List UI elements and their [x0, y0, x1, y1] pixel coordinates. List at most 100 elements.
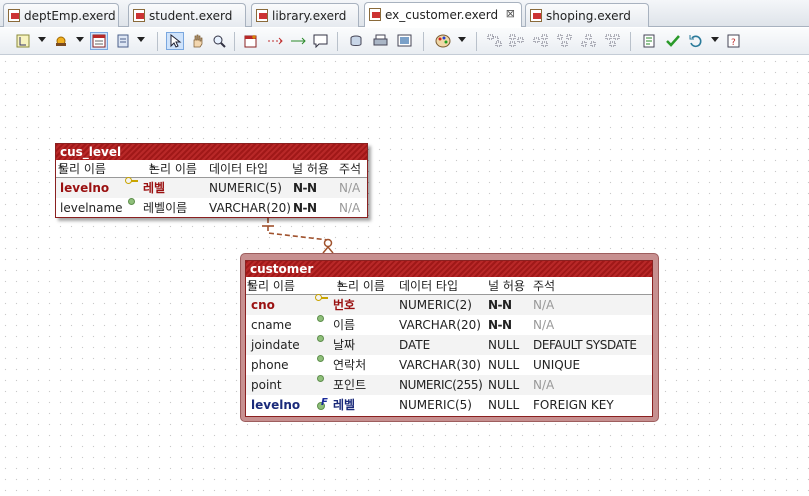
layout-icon[interactable] [14, 32, 32, 50]
align-6-icon[interactable] [604, 32, 622, 50]
entity-title[interactable]: cus_level [56, 144, 367, 160]
primary-key-icon [315, 294, 328, 301]
nullable: N-N [293, 201, 317, 215]
relation-nonidentifying-icon[interactable] [266, 32, 284, 50]
comment: N/A [339, 201, 361, 215]
refresh-icon[interactable] [687, 32, 705, 50]
validate-icon[interactable] [664, 32, 682, 50]
tab-deptemp[interactable]: deptEmp.exerd [3, 3, 119, 27]
entity-cus-level[interactable]: cus_level 물리 이름 * 논리 이름 * 데이터 타입 널 허용 주석 l… [55, 143, 368, 218]
tab-shoping[interactable]: shoping.exerd [525, 3, 649, 27]
chevron-down-icon[interactable] [458, 37, 466, 42]
comment: N/A [533, 378, 555, 392]
table-row[interactable]: levelno 레벨 NUMERIC(5) N-N N/A [56, 177, 367, 198]
tab-label: ex_customer.exerd [385, 8, 499, 22]
table-row[interactable]: phone 연락처 VARCHAR(30) NULL UNIQUE [246, 355, 652, 375]
entity-title[interactable]: customer [246, 261, 652, 277]
column-header: 물리 이름 * 논리 이름 * 데이터 타입 널 허용 주석 [56, 160, 367, 178]
chevron-down-icon[interactable] [76, 37, 84, 42]
foreign-key-icon: F [317, 397, 328, 410]
table-icon[interactable] [90, 32, 108, 50]
nullable: N-N [488, 298, 512, 312]
doc-icon[interactable] [640, 32, 658, 50]
sun-icon[interactable] [52, 32, 70, 50]
table-row[interactable]: cno 번호 NUMERIC(2) N-N N/A [246, 294, 652, 315]
physical-name: levelno [60, 181, 110, 195]
svg-text:?: ? [731, 38, 736, 48]
relation-identifying-icon[interactable] [289, 32, 307, 50]
physical-name: phone [251, 358, 289, 372]
primary-key-icon [125, 177, 138, 184]
nullable: NULL [488, 338, 520, 352]
logical-name: 레벨이름 [143, 201, 188, 215]
logical-name: 연락처 [333, 358, 367, 372]
comment-icon[interactable] [312, 32, 330, 50]
logical-name: 번호 [333, 298, 356, 312]
datatype: NUMERIC(5) [209, 181, 282, 195]
table-row[interactable]: levelno F 레벨 NUMERIC(5) NULL FOREIGN KEY [246, 395, 652, 415]
db-icon[interactable] [348, 32, 366, 50]
header-physical-name: 물리 이름 [58, 162, 106, 176]
align-5-icon[interactable] [580, 32, 598, 50]
nullable: N-N [488, 318, 512, 332]
datatype: DATE [399, 338, 431, 352]
align-2-icon[interactable] [508, 32, 526, 50]
tab-student[interactable]: student.exerd [128, 3, 246, 27]
close-icon[interactable]: ⊠ [506, 7, 515, 20]
comment: FOREIGN KEY [533, 398, 614, 412]
align-4-icon[interactable] [556, 32, 574, 50]
datatype: NUMERIC(2) [399, 298, 472, 312]
tab-ex-customer[interactable]: ex_customer.exerd ⊠ [364, 2, 522, 27]
table-row[interactable]: point 포인트 NUMERIC(255) NULL N/A [246, 375, 652, 395]
nullable: NULL [488, 358, 520, 372]
chevron-down-icon[interactable] [137, 37, 145, 42]
nullable: NULL [488, 378, 520, 392]
chevron-down-icon[interactable] [38, 37, 46, 42]
table-row[interactable]: levelname 레벨이름 VARCHAR(20) N-N N/A [56, 198, 367, 218]
table-row[interactable]: joindate 날짜 DATE NULL DEFAULT SYSDATE [246, 335, 652, 355]
physical-name: cno [251, 298, 275, 312]
toolbar-separator [234, 32, 235, 51]
zoom-icon[interactable] [210, 32, 228, 50]
nullable: N-N [293, 181, 317, 195]
datatype: NUMERIC(5) [399, 398, 472, 412]
header-datatype: 데이터 타입 [209, 162, 269, 176]
datatype: NUMERIC(255) [399, 378, 483, 392]
comment: N/A [533, 298, 555, 312]
palette-icon[interactable] [434, 32, 452, 50]
erd-file-icon [256, 9, 268, 22]
sort-mark: * [149, 162, 155, 176]
erd-file-icon [369, 8, 381, 21]
print-icon[interactable] [372, 32, 390, 50]
tab-label: library.exerd [272, 8, 347, 23]
align-1-icon[interactable] [486, 32, 504, 50]
physical-name: joindate [251, 338, 300, 352]
logical-name: 포인트 [333, 378, 367, 392]
comment: N/A [339, 181, 361, 195]
select-arrow-icon[interactable] [166, 32, 184, 50]
comment: N/A [533, 318, 555, 332]
entity-customer[interactable]: customer 물리 이름 * 논리 이름 * 데이터 타입 널 허용 주석 cn… [245, 260, 653, 417]
header-logical-name: 논리 이름 [149, 162, 197, 176]
toolbar-separator [337, 32, 338, 51]
align-3-icon[interactable] [532, 32, 550, 50]
image-icon[interactable] [396, 32, 414, 50]
tab-label: student.exerd [149, 8, 233, 23]
attribute-icon [317, 375, 324, 382]
hand-icon[interactable] [188, 32, 206, 50]
toolbar-separator [423, 32, 424, 51]
header-comment: 주석 [533, 279, 556, 293]
logical-name: 레벨 [143, 181, 166, 195]
chevron-down-icon[interactable] [711, 37, 719, 42]
datatype: VARCHAR(20) [399, 318, 481, 332]
help-icon[interactable]: ? [725, 32, 743, 50]
tab-library[interactable]: library.exerd [251, 3, 359, 27]
header-comment: 주석 [339, 162, 362, 176]
toolbar-separator [476, 32, 477, 51]
table-row[interactable]: cname 이름 VARCHAR(20) N-N N/A [246, 315, 652, 335]
nullable: NULL [488, 398, 520, 412]
sort-mark: * [58, 162, 64, 176]
header-physical-name: 물리 이름 [247, 279, 295, 293]
entity-icon[interactable] [242, 32, 260, 50]
note-icon[interactable] [114, 32, 132, 50]
